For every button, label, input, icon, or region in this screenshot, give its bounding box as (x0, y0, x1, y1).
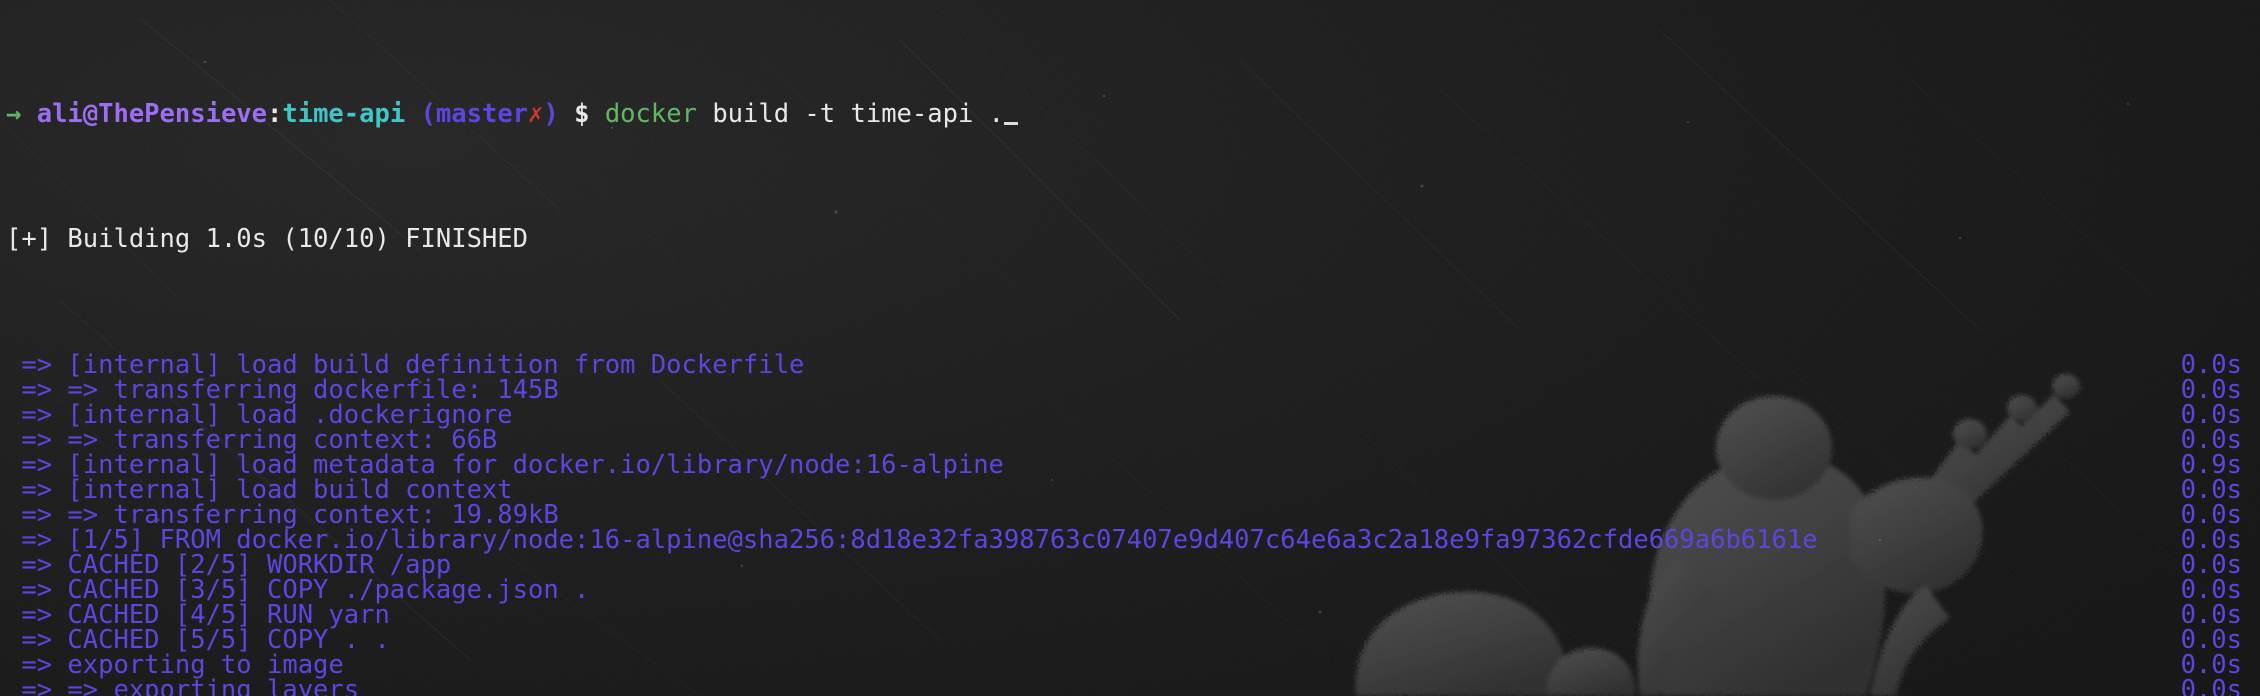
prompt-git-branch-close: ) (543, 99, 559, 130)
prompt-directory: time-api (282, 99, 406, 130)
prompt-line-command: → ali@ThePensieve:time-api (master✗) $ d… (6, 99, 2250, 130)
build-steps-list: => [internal] load build definition from… (6, 349, 2250, 696)
build-header-text: [+] Building 1.0s (10/10) FINISHED (6, 224, 528, 255)
build-step-row: => => exporting layers 0.0s (6, 675, 2250, 696)
git-dirty-icon: ✗ (528, 99, 544, 130)
prompt-separator: : (267, 99, 283, 130)
terminal-window[interactable]: → ali@ThePensieve:time-api (master✗) $ d… (0, 0, 2260, 696)
prompt-arrow-icon: → (6, 99, 22, 130)
command-args: build -t time-api . (712, 99, 1005, 130)
text-cursor-inline (1004, 103, 1019, 126)
build-step-text: => => exporting layers (6, 675, 360, 696)
build-step-duration: 0.0s (2180, 374, 2242, 405)
prompt-user-host: ali@ThePensieve (36, 99, 268, 130)
build-step-duration: 0.0s (2180, 349, 2242, 380)
command-program: docker (604, 99, 697, 130)
terminal-output[interactable]: → ali@ThePensieve:time-api (master✗) $ d… (0, 0, 2260, 696)
prompt-sigil: $ (574, 99, 590, 130)
prompt-git-branch-open: (master (420, 99, 529, 130)
build-header: [+] Building 1.0s (10/10) FINISHED (6, 224, 2250, 255)
build-step-duration: 0.0s (2180, 675, 2242, 696)
